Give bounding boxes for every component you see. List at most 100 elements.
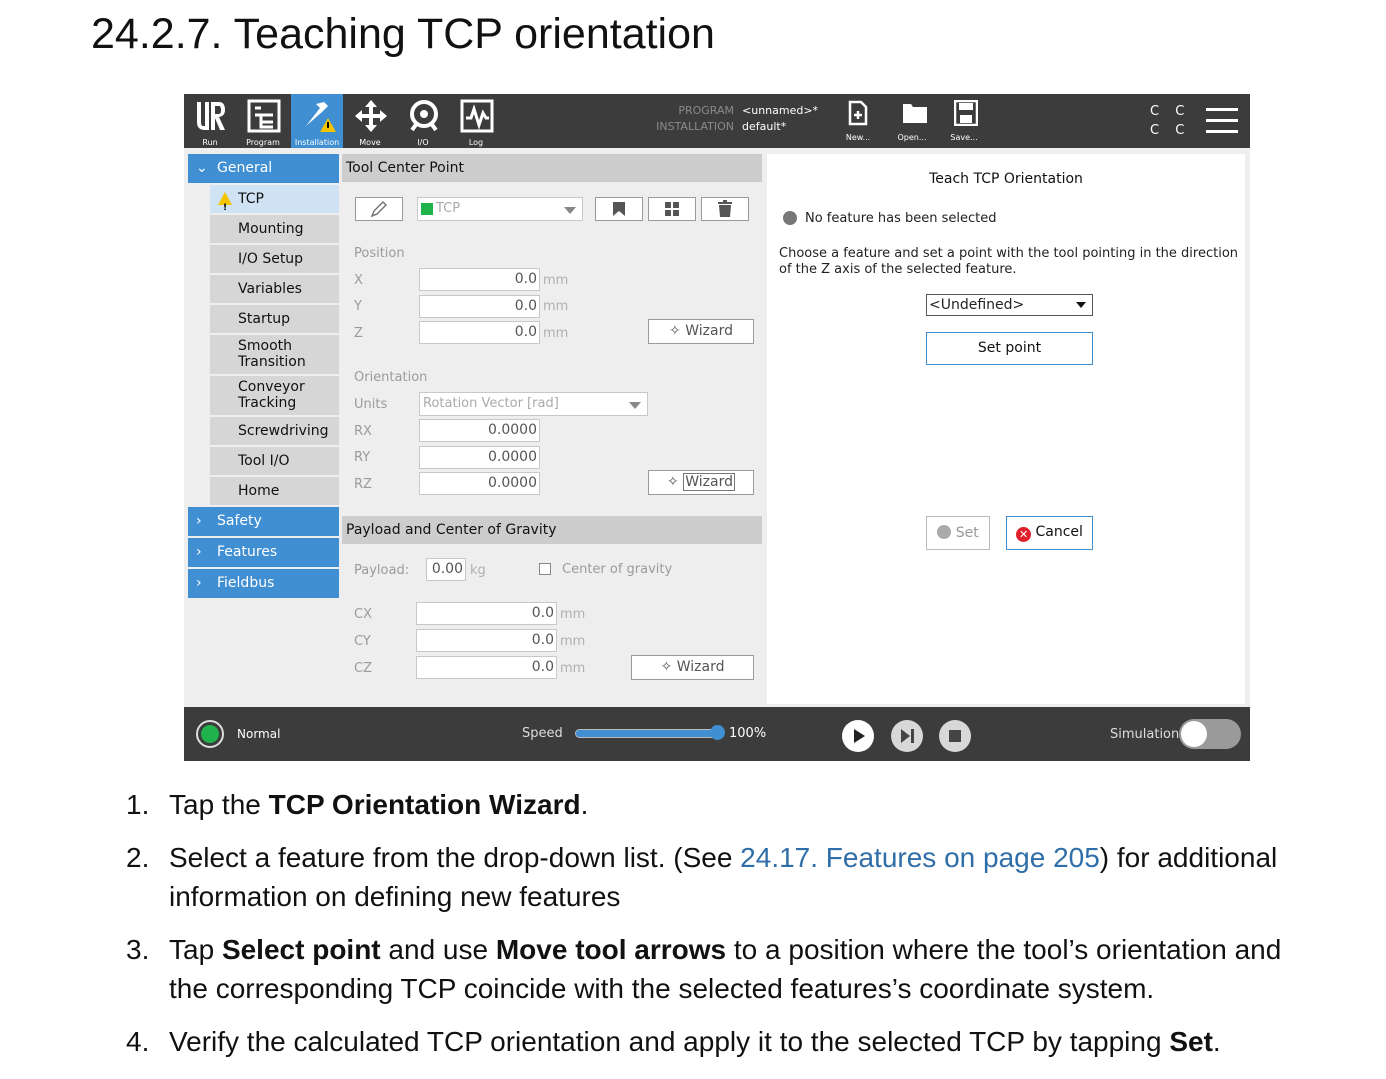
program-label: PROGRAM [678,104,734,117]
log-tab[interactable]: Log [450,94,502,148]
center-of-gravity-checkbox[interactable] [539,563,551,575]
add-grid-icon [665,202,679,216]
robot-status-icon[interactable] [196,720,224,748]
tcp-z-input[interactable]: 0.0 [419,321,540,344]
log-chart-icon [460,99,494,133]
cog-cy-input[interactable]: 0.0 [416,629,557,652]
add-tcp-button[interactable] [648,197,696,221]
sidebar-item-label: Variables [238,281,302,297]
rename-tcp-button[interactable] [355,197,403,221]
new-label: New... [845,133,871,142]
installation-tab[interactable]: Installation [291,94,343,148]
tcp-select-value: TCP [436,201,461,216]
step-number: 2. [126,842,150,873]
tcp-rz-input[interactable]: 0.0000 [419,472,540,495]
wand-icon: ✧ [660,659,673,675]
move-tab[interactable]: Move [344,94,396,148]
dropdown-arrow-icon [1076,302,1086,308]
chevron-right-icon: › [196,575,202,591]
new-file-icon [848,100,868,126]
tcp-panel-title: Tool Center Point [342,154,762,182]
set-button[interactable]: Set [926,516,990,550]
sidebar-section-features[interactable]: › Features [188,538,339,567]
sidebar-item-startup[interactable]: Startup [210,305,339,335]
position-wizard-button[interactable]: ✧ Wizard [648,319,754,344]
speed-slider[interactable] [575,729,720,738]
io-tab[interactable]: I/O [397,94,449,148]
feature-status-text: No feature has been selected [805,211,997,226]
orientation-wizard-button[interactable]: ✧ Wizard [648,470,754,495]
sidebar-section-label: Safety [217,513,262,529]
cog-wizard-button[interactable]: ✧ Wizard [631,655,754,680]
wizard-label: Wizard [685,323,733,339]
step-text: Tap the [169,789,269,820]
run-tab-label: Run [202,138,218,147]
sidebar-item-screwdriving[interactable]: Screwdriving [210,417,339,447]
sidebar-item-tool-io[interactable]: Tool I/O [210,447,339,477]
step-icon [901,729,914,743]
set-default-tcp-button[interactable] [595,197,643,221]
tcp-select[interactable]: TCP [417,197,583,221]
z-label: Z [354,326,363,341]
step-bold: Set [1169,1026,1213,1057]
new-button[interactable]: New... [838,98,878,146]
orientation-label: Orientation [354,370,428,385]
delete-tcp-button[interactable] [701,197,749,221]
sidebar-item-smooth-transition[interactable]: Smooth Transition [210,335,339,376]
open-button[interactable]: Open... [892,98,932,146]
set-point-button[interactable]: Set point [926,332,1093,365]
sidebar-item-io-setup[interactable]: I/O Setup [210,245,339,275]
teach-tcp-orientation-panel: Teach TCP Orientation No feature has bee… [767,154,1245,704]
stop-button[interactable] [939,720,971,752]
program-name: <unnamed>* [742,104,819,117]
speed-slider-handle[interactable] [710,725,725,740]
tcp-ry-input[interactable]: 0.0000 [419,446,540,469]
save-button[interactable]: Save... [944,98,984,146]
sidebar-item-home[interactable]: Home [210,477,339,507]
robot-status-text: Normal [237,727,281,741]
check-circle-icon [937,525,952,539]
program-tab[interactable]: Program [237,94,289,148]
sidebar-item-tcp[interactable]: ! TCP [210,185,339,215]
payload-input[interactable]: 0.00 [426,558,466,581]
cog-cz-input[interactable]: 0.0 [416,656,557,679]
y-label: Y [354,299,362,314]
simulation-toggle[interactable] [1179,719,1241,749]
instruction-line-2: of the Z axis of the selected feature. [779,262,1017,277]
rz-label: RZ [354,477,372,492]
sidebar-section-general[interactable]: ⌄ General [188,154,339,183]
sidebar-section-safety[interactable]: › Safety [188,507,339,536]
instruction-list: 1. Tap the TCP Orientation Wizard. 2. Se… [126,785,1326,1075]
features-page-link[interactable]: 24.17. Features on page 205 [740,842,1100,873]
installation-label: INSTALLATION [656,120,734,133]
feature-select[interactable]: <Undefined> [926,294,1093,316]
sidebar-section-fieldbus[interactable]: › Fieldbus [188,569,339,598]
step-bold: Move tool arrows [495,934,727,965]
installation-name: default* [742,120,787,133]
chevron-down-icon: ⌄ [196,160,208,176]
x-label: X [354,273,363,288]
step-button[interactable] [891,720,923,752]
simulation-label: Simulation [1110,727,1180,742]
sidebar-section-label: Features [217,544,278,560]
tcp-x-input[interactable]: 0.0 [419,268,540,291]
y-unit: mm [543,299,569,314]
sidebar-item-variables[interactable]: Variables [210,275,339,305]
installation-sidebar: ⌄ General ! TCP Mounting I/O Setup Varia… [188,154,339,600]
play-button[interactable] [842,720,874,752]
bookmark-icon [613,202,625,216]
run-tab[interactable]: Run [184,94,236,148]
orientation-units-select[interactable]: Rotation Vector [rad] [419,392,648,416]
step-number: 4. [126,1026,150,1057]
sidebar-item-label: TCP [238,191,264,207]
sidebar-item-mounting[interactable]: Mounting [210,215,339,245]
sidebar-item-conveyor-tracking[interactable]: Conveyor Tracking [210,376,339,417]
cancel-button[interactable]: ✕ Cancel [1006,516,1093,550]
log-tab-label: Log [468,138,484,147]
cog-cx-input[interactable]: 0.0 [416,602,557,625]
status-indicator-icon [783,211,797,225]
tcp-y-input[interactable]: 0.0 [419,295,540,318]
set-label: Set [955,525,979,541]
hamburger-menu-icon[interactable] [1206,108,1238,134]
tcp-rx-input[interactable]: 0.0000 [419,419,540,442]
